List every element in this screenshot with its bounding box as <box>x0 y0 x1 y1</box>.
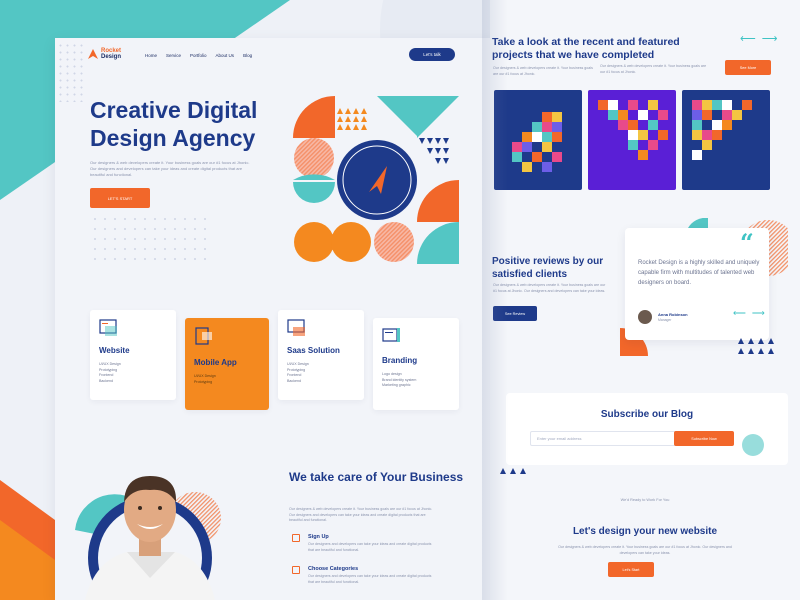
right-page: ⟵ ⟶ Take a look at the recent and featur… <box>490 0 800 600</box>
care-title: We take care of Your Business <box>289 470 464 484</box>
website-icon <box>99 319 117 336</box>
service-line: Backend <box>287 378 301 383</box>
feature-title: Choose Categories <box>308 566 359 572</box>
page-fold-shadow <box>482 0 508 600</box>
projects-text-secondary: Our designers & web developers create it… <box>600 64 707 74</box>
feature-text: Our designers and developers can take yo… <box>308 574 432 584</box>
dot-pattern <box>57 42 85 102</box>
lets-talk-button[interactable]: Let's talk <box>409 48 455 61</box>
services-section: Website UI/UX Design Prototyping Fronten… <box>90 310 460 410</box>
see-more-button[interactable]: See More <box>725 60 771 75</box>
smiling-man-photo <box>75 476 221 600</box>
categories-icon <box>292 566 300 574</box>
testimonial-quote: Rocket Design is a highly skilled and un… <box>638 260 760 286</box>
subscribe-title: Subscribe our Blog <box>600 409 694 420</box>
service-title: Website <box>99 346 130 355</box>
reviewer-role: Manager <box>658 318 672 322</box>
dot-pattern <box>90 214 210 264</box>
cta-text: Our designers & web developers create it… <box>558 545 732 555</box>
testimonial-card: “ Rocket Design is a highly skilled and … <box>625 228 769 340</box>
arrow-left-icon[interactable]: ⟵ <box>740 32 756 45</box>
subscribe-button[interactable]: Subscribe Now <box>674 431 734 446</box>
service-card-branding[interactable]: Branding Logo design Brand identity syst… <box>373 318 459 410</box>
hero-geometric-illustration <box>293 96 459 264</box>
mobile-app-icon <box>195 327 212 345</box>
nav-home[interactable]: Home <box>145 53 157 58</box>
arrow-right-icon[interactable]: ⟶ <box>752 308 765 319</box>
project-tile[interactable] <box>588 90 676 190</box>
reviews-title: Positive reviews by our satisfied client… <box>492 256 604 280</box>
brand-logo[interactable]: Rocket Design <box>88 48 121 60</box>
service-card-website[interactable]: Website UI/UX Design Prototyping Fronten… <box>90 310 176 400</box>
reviewer-avatar <box>638 310 652 324</box>
email-input[interactable]: Enter your email address <box>530 431 680 446</box>
main-nav: Home Service Portfolio About Us Blog <box>145 53 252 58</box>
nav-portfolio[interactable]: Portfolio <box>190 53 207 58</box>
hero-text: Our designers & web developers create it… <box>90 160 250 177</box>
service-card-mobile-app[interactable]: Mobile App UI/UX Design Prototyping <box>185 318 269 410</box>
cta-title: Let's design your new website <box>572 526 718 537</box>
service-title: Saas Solution <box>287 346 340 355</box>
project-tile[interactable] <box>682 90 770 190</box>
service-line: Prototyping <box>194 379 213 384</box>
service-title: Branding <box>382 356 418 365</box>
nav-about[interactable]: About Us <box>216 53 235 58</box>
service-line: Marketing graphic <box>382 383 411 387</box>
reviews-text: Our designers & web developers create it… <box>493 283 606 293</box>
feature-sign-up: Sign Up Our designers and developers can… <box>292 534 438 553</box>
cta-lets-start-button[interactable]: Let's Start <box>608 562 654 577</box>
branding-icon <box>382 328 400 342</box>
triangle-pattern <box>738 338 774 354</box>
feature-choose-categories: Choose Categories Our designers and deve… <box>292 566 438 585</box>
service-title: Mobile App <box>194 358 237 367</box>
left-page: Rocket Design Home Service Portfolio Abo… <box>55 38 495 600</box>
arrow-left-icon[interactable]: ⟵ <box>733 308 746 319</box>
lets-start-button[interactable]: LET'S START <box>90 188 150 208</box>
arrow-right-icon[interactable]: ⟶ <box>762 32 778 45</box>
service-card-saas[interactable]: Saas Solution UI/UX Design Prototyping F… <box>278 310 364 400</box>
brand-line2: Design <box>101 54 122 60</box>
projects-text: Our designers & web developers create it… <box>493 66 593 76</box>
feature-title: Sign Up <box>308 534 329 540</box>
testimonial-arrows: ⟵ ⟶ <box>733 308 765 319</box>
feature-text: Our designers and developers can take yo… <box>308 542 432 552</box>
nav-service[interactable]: Service <box>166 53 181 58</box>
sign-up-icon <box>292 534 300 542</box>
rocket-icon <box>88 49 98 59</box>
nav-blog[interactable]: Blog <box>243 53 252 58</box>
cta-pretitle: We'd Ready to Work For You <box>620 498 670 502</box>
service-line: Backend <box>99 378 113 383</box>
teal-dot-circle <box>742 434 764 456</box>
saas-icon <box>287 319 305 336</box>
quote-icon: “ <box>740 228 754 257</box>
hero-title: Creative Digital Design Agency <box>90 97 258 151</box>
projects-title: Take a look at the recent and featured p… <box>492 36 680 61</box>
projects-carousel-arrows: ⟵ ⟶ <box>740 32 778 45</box>
care-text: Our designers & web developers create it… <box>289 507 433 522</box>
reviewer-name: Anna Robinson <box>658 312 688 317</box>
